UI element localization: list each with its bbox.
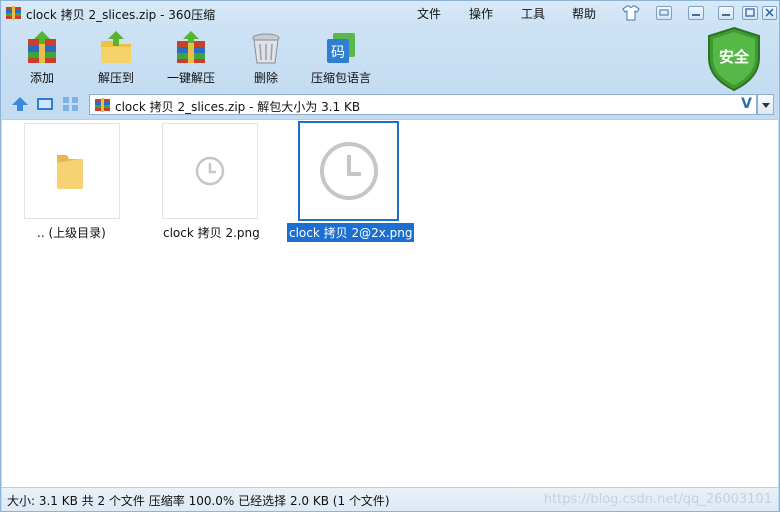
- address-dropdown-button[interactable]: [757, 94, 774, 115]
- feedback-button[interactable]: [656, 6, 672, 20]
- menu-help[interactable]: 帮助: [572, 5, 596, 22]
- security-shield-button[interactable]: 安全: [706, 26, 762, 92]
- shield-icon: 安全: [708, 26, 760, 92]
- skin-shirt-icon[interactable]: [622, 5, 640, 21]
- security-label: 安全: [719, 48, 750, 66]
- maximize-button[interactable]: [742, 6, 758, 20]
- extract-to-button[interactable]: 解压到: [81, 29, 151, 87]
- app-window: clock 拷贝 2_slices.zip - 360压缩 文件 操作 工具 帮…: [0, 0, 780, 512]
- folder-icon: [57, 155, 83, 189]
- large-icon-view-icon[interactable]: [36, 96, 54, 112]
- up-arrow-icon[interactable]: [11, 96, 29, 112]
- watermark-text: https://blog.csdn.net/qq_26003101: [543, 492, 772, 507]
- encoding-glyph: 码: [331, 45, 345, 61]
- thumbnail-view-icon[interactable]: [62, 96, 80, 112]
- add-button[interactable]: 添加: [7, 29, 77, 87]
- clock-icon: [195, 156, 225, 186]
- delete-button[interactable]: 删除: [231, 29, 301, 87]
- delete-label: 删除: [253, 71, 278, 85]
- file-label: .. (上级目录): [37, 226, 106, 240]
- one-click-extract-button[interactable]: 一键解压: [156, 29, 226, 87]
- address-path: clock 拷贝 2_slices.zip - 解包大小为 3.1 KB: [115, 100, 361, 114]
- minimize-icon: [722, 14, 730, 16]
- archive-encoding-button[interactable]: 码 压缩包语言: [306, 29, 376, 87]
- address-row: clock 拷贝 2_slices.zip - 解包大小为 3.1 KB V: [1, 92, 779, 117]
- close-button[interactable]: [762, 6, 777, 20]
- verified-mark: V: [741, 96, 752, 112]
- one-click-extract-label: 一键解压: [166, 71, 215, 85]
- status-bar: 大小: 3.1 KB 共 2 个文件 压缩率 100.0% 已经选择 2.0 K…: [2, 487, 778, 511]
- archive-app-icon: [6, 6, 21, 20]
- menu-tools[interactable]: 工具: [521, 5, 545, 22]
- file-label: clock 拷贝 2.png: [163, 226, 260, 240]
- status-text: 大小: 3.1 KB 共 2 个文件 压缩率 100.0% 已经选择 2.0 K…: [7, 494, 390, 508]
- chat-icon: [659, 9, 669, 16]
- window-title: clock 拷贝 2_slices.zip - 360压缩: [26, 8, 216, 22]
- trash-icon: [252, 33, 280, 64]
- encoding-icon: 码: [327, 33, 355, 63]
- file-label-selected: clock 拷贝 2@2x.png: [287, 223, 415, 242]
- add-archive-icon: [28, 31, 56, 63]
- menu-operate[interactable]: 操作: [469, 5, 493, 22]
- file-thumbnail[interactable]: [24, 123, 120, 219]
- clock-icon: [320, 142, 378, 200]
- minimize-to-tray-button[interactable]: [688, 6, 704, 20]
- add-label: 添加: [29, 71, 54, 85]
- title-bar: clock 拷贝 2_slices.zip - 360压缩 文件 操作 工具 帮…: [1, 1, 779, 26]
- tray-icon: [692, 14, 700, 16]
- extract-to-label: 解压到: [97, 71, 134, 85]
- maximize-icon: [745, 8, 755, 17]
- minimize-button[interactable]: [718, 6, 734, 20]
- file-thumbnail[interactable]: [162, 123, 258, 219]
- zip-file-icon: [95, 98, 110, 112]
- close-icon: [765, 8, 774, 17]
- extract-folder-icon: [101, 31, 131, 63]
- address-bar[interactable]: clock 拷贝 2_slices.zip - 解包大小为 3.1 KB V: [89, 94, 757, 115]
- archive-encoding-label: 压缩包语言: [310, 71, 371, 85]
- file-list-area[interactable]: .. (上级目录) clock 拷贝 2.png clock 拷贝 2@2x.p…: [2, 119, 778, 487]
- menu-file[interactable]: 文件: [417, 5, 441, 22]
- one-click-extract-icon: [177, 31, 205, 63]
- file-thumbnail-selected[interactable]: [298, 121, 399, 221]
